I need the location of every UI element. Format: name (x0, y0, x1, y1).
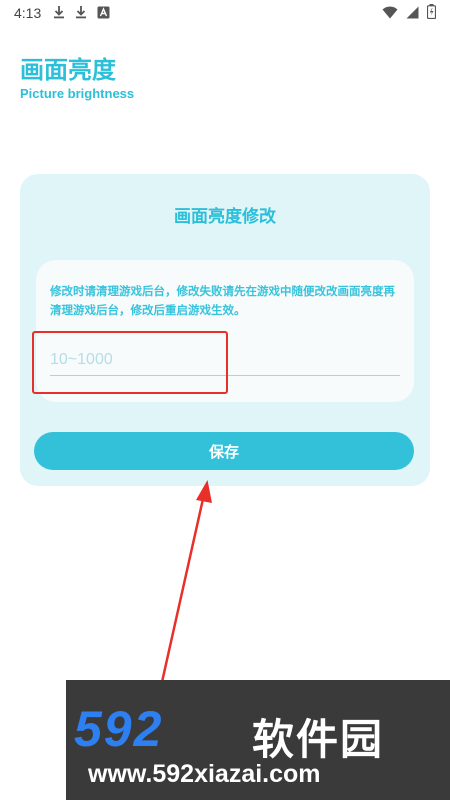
watermark-banner: 592 软件园 www.592xiazai.com (66, 680, 450, 800)
status-time: 4:13 (14, 5, 42, 21)
watermark-logo-text: 软件园 (252, 715, 385, 764)
save-button[interactable]: 保存 (34, 432, 414, 470)
brightness-input[interactable] (50, 344, 400, 376)
download-icon (75, 4, 87, 23)
accessibility-icon (97, 4, 110, 23)
status-bar: 4:13 (0, 0, 450, 26)
wifi-icon (382, 4, 398, 23)
download-icon (53, 4, 65, 23)
battery-icon (426, 3, 437, 23)
page-title: 画面亮度 (20, 56, 116, 84)
input-panel: 修改时请清理游戏后台，修改失败请先在游戏中随便改改画面亮度再清理游戏后台，修改后… (36, 260, 414, 402)
watermark-url: www.592xiazai.com (88, 760, 321, 788)
signal-icon (406, 4, 419, 23)
card-title: 画面亮度修改 (174, 207, 276, 227)
page-subtitle: Picture brightness (20, 86, 135, 101)
brightness-card: 画面亮度修改 修改时请清理游戏后台，修改失败请先在游戏中随便改改画面亮度再清理游… (20, 174, 430, 486)
hint-text: 修改时请清理游戏后台，修改失败请先在游戏中随便改改画面亮度再清理游戏后台，修改后… (50, 284, 395, 317)
watermark-logo-number: 592 (74, 701, 164, 757)
